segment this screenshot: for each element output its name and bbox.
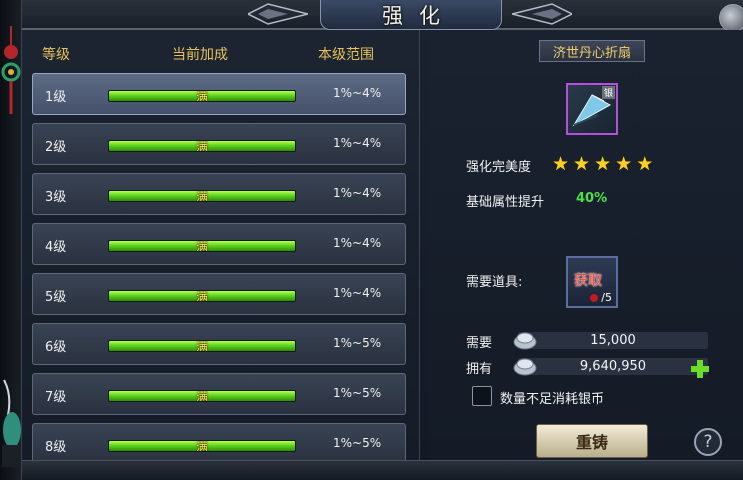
bonus-progress-bar: 满 — [108, 140, 296, 152]
row-level: 2级 — [45, 140, 67, 155]
bonus-progress-bar: 满 — [108, 240, 296, 252]
title-plate: 强化 — [320, 0, 502, 30]
silver-have-box: 9,640,950 — [513, 358, 708, 376]
star-icon: ★ — [615, 153, 633, 175]
star-icon: ★ — [594, 153, 612, 175]
base-attr-value: 40% — [576, 191, 608, 206]
silver-coin-icon — [513, 358, 537, 376]
bonus-full-label: 满 — [195, 290, 208, 302]
window-title: 强化 — [382, 3, 456, 28]
star-icon: ★ — [573, 153, 591, 175]
row-level: 7级 — [45, 390, 67, 405]
level-row[interactable]: 1级 满 1%~4% — [32, 73, 406, 115]
bottom-border — [22, 460, 743, 480]
level-row[interactable]: 7级 满 1%~5% — [32, 373, 406, 415]
plant-ornament-icon — [2, 379, 21, 467]
row-level: 3级 — [45, 190, 67, 205]
perfection-label: 强化完美度 — [466, 160, 532, 175]
star-icon: ★ — [552, 153, 570, 175]
required-item-label: 需要道具: — [466, 275, 523, 290]
bonus-full-label: 满 — [195, 190, 208, 202]
add-silver-plus-icon[interactable] — [690, 359, 710, 379]
close-button[interactable] — [719, 4, 743, 32]
silver-need-label: 需要 — [466, 336, 493, 351]
item-detail-panel: 济世丹心折扇 银 强化完美度 ★ ★ ★ ★ ★ 基础属性提升 40% 需要道具: 获取… — [428, 30, 743, 460]
row-range: 1%~4% — [333, 136, 382, 150]
right-wing-ornament-icon — [512, 3, 572, 25]
bonus-progress-bar: 满 — [108, 290, 296, 302]
star-icon: ★ — [636, 153, 654, 175]
level-row[interactable]: 6级 满 1%~5% — [32, 323, 406, 365]
left-wing-ornament-icon — [248, 3, 308, 25]
header-level: 等级 — [42, 47, 70, 63]
obtain-text: 获取 — [574, 273, 602, 289]
row-level: 5级 — [45, 290, 67, 305]
bonus-full-label: 满 — [195, 90, 208, 102]
title-bar: 强化 — [22, 0, 743, 32]
silver-need-value: 15,000 — [590, 333, 636, 348]
bonus-progress-bar: 满 — [108, 440, 296, 452]
level-row[interactable]: 2级 满 1%~4% — [32, 123, 406, 165]
silver-have-label: 拥有 — [466, 362, 493, 377]
level-row[interactable]: 8级 满 1%~5% — [32, 423, 406, 460]
bonus-full-label: 满 — [195, 440, 208, 452]
bonus-full-label: 满 — [195, 240, 208, 252]
bonus-full-label: 满 — [195, 390, 208, 402]
bonus-full-label: 满 — [195, 140, 208, 152]
bonus-progress-bar: 满 — [108, 340, 296, 352]
perfection-stars: ★ ★ ★ ★ ★ — [552, 154, 653, 174]
gem-icon — [590, 294, 598, 302]
row-range: 1%~4% — [333, 86, 382, 100]
row-range: 1%~5% — [333, 336, 382, 350]
silver-need-box: 15,000 — [513, 332, 708, 350]
row-level: 6级 — [45, 340, 67, 355]
bonus-full-label: 满 — [195, 340, 208, 352]
level-row[interactable]: 5级 满 1%~4% — [32, 273, 406, 315]
header-bonus: 当前加成 — [172, 47, 228, 63]
use-silver-label: 数量不足消耗银币 — [500, 392, 605, 407]
silver-coin-icon — [513, 332, 537, 350]
reforge-button[interactable]: 重铸 — [536, 424, 648, 458]
row-range: 1%~5% — [333, 436, 382, 450]
header-range: 本级范围 — [318, 47, 374, 63]
required-count: /5 — [601, 291, 612, 304]
enhance-window: 强化 等级 当前加成 本级范围 1级满 1%~4% 2级满 1%~4% 3级满 1%~4%… — [0, 0, 743, 480]
row-level: 4级 — [45, 240, 67, 255]
row-range: 1%~4% — [333, 286, 382, 300]
left-ornament — [0, 0, 22, 480]
bonus-progress-bar: 满 — [108, 190, 296, 202]
help-icon[interactable]: ? — [694, 428, 722, 456]
item-slot[interactable]: 银 — [566, 83, 618, 135]
knot-ornament-icon — [1, 26, 21, 114]
level-table: 等级 当前加成 本级范围 1级满 1%~4% 2级满 1%~4% 3级满 1%~4% 4级满… — [22, 30, 420, 460]
row-range: 1%~4% — [333, 236, 382, 250]
required-item-slot[interactable]: 获取 /5 — [566, 256, 618, 308]
level-row[interactable]: 4级 满 1%~4% — [32, 223, 406, 265]
row-level: 8级 — [45, 440, 67, 455]
bonus-progress-bar: 满 — [108, 90, 296, 102]
item-tag: 银 — [601, 86, 615, 99]
row-level: 1级 — [45, 90, 67, 105]
silver-have-value: 9,640,950 — [579, 359, 647, 374]
level-row[interactable]: 3级 满 1%~4% — [32, 173, 406, 215]
row-range: 1%~5% — [333, 386, 382, 400]
use-silver-checkbox[interactable] — [472, 386, 492, 406]
row-range: 1%~4% — [333, 186, 382, 200]
base-attr-label: 基础属性提升 — [466, 195, 545, 210]
item-name: 济世丹心折扇 — [539, 40, 645, 62]
bonus-progress-bar: 满 — [108, 390, 296, 402]
